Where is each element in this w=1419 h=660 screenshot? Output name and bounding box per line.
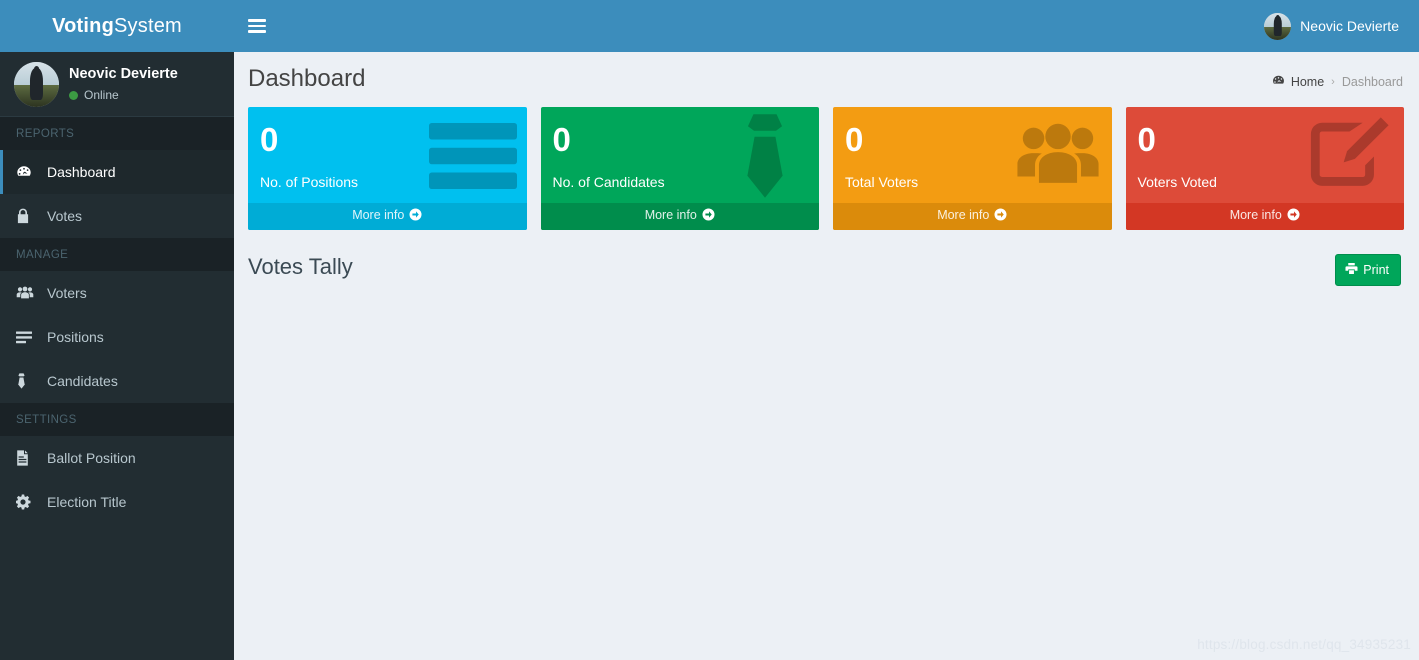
stat-box-more-info-link[interactable]: More info — [1125, 203, 1404, 230]
necktie-icon — [719, 110, 811, 202]
hamburger-icon — [248, 16, 266, 36]
stat-box-total-voters: 0 Total Voters More info — [833, 107, 1112, 230]
sidebar-section-manage: MANAGE — [0, 238, 234, 271]
sidebar-item-label: Positions — [47, 329, 104, 345]
dashboard-icon — [1272, 74, 1285, 90]
print-button[interactable]: Print — [1335, 254, 1401, 286]
printer-icon — [1345, 262, 1358, 278]
sidebar-item-votes[interactable]: Votes — [0, 194, 234, 238]
sidebar-item-label: Voters — [47, 285, 87, 301]
stat-box-candidates: 0 No. of Candidates More info — [540, 107, 819, 230]
avatar — [1264, 12, 1292, 40]
sidebar-item-label: Votes — [47, 208, 83, 224]
more-info-label: More info — [937, 208, 990, 222]
content-area: Dashboard Home › Dashboard 0 No. of Posi… — [234, 52, 1419, 660]
circle-arrow-right-icon — [1287, 208, 1300, 224]
sidebar-toggle-button[interactable] — [234, 0, 280, 52]
align-justify-icon — [16, 331, 38, 344]
file-text-icon — [16, 450, 38, 466]
sidebar-item-voters[interactable]: Voters — [0, 271, 234, 315]
topbar-user-name: Neovic Devierte — [1300, 18, 1399, 34]
stat-box-more-info-link[interactable]: More info — [833, 203, 1112, 230]
print-label: Print — [1363, 263, 1389, 277]
stat-box-more-info-link[interactable]: More info — [540, 203, 819, 230]
sidebar-item-label: Dashboard — [47, 164, 116, 180]
lock-icon — [16, 208, 38, 224]
more-info-label: More info — [1229, 208, 1282, 222]
sidebar-user-panel[interactable]: Neovic Devierte Online — [0, 52, 234, 117]
align-justify-icon — [427, 110, 519, 202]
topbar-user-menu[interactable]: Neovic Devierte — [1264, 12, 1407, 40]
breadcrumb-current: Dashboard — [1341, 75, 1403, 89]
circle-arrow-right-icon — [994, 208, 1007, 224]
gear-icon — [16, 494, 38, 510]
sidebar: Voting System Neovic Devierte Online REPO… — [0, 0, 234, 660]
page-title: Dashboard — [248, 65, 366, 92]
sidebar-item-election-title[interactable]: Election Title — [0, 480, 234, 524]
users-icon — [1012, 110, 1104, 202]
sidebar-item-dashboard[interactable]: Dashboard — [0, 150, 234, 194]
necktie-icon — [16, 373, 38, 389]
breadcrumb-separator-icon: › — [1331, 76, 1335, 88]
votes-tally-title: Votes Tally — [248, 254, 353, 279]
brand-logo[interactable]: Voting System — [0, 0, 234, 52]
breadcrumb-home-label: Home — [1290, 75, 1325, 89]
sidebar-item-candidates[interactable]: Candidates — [0, 359, 234, 403]
sidebar-user-status: Online — [69, 87, 178, 103]
sidebar-item-label: Election Title — [47, 494, 127, 510]
stat-box-row: 0 No. of Positions More info 0 No. of Ca… — [234, 99, 1419, 230]
avatar — [14, 61, 59, 107]
online-indicator-icon — [69, 90, 78, 100]
sidebar-section-settings: SETTINGS — [0, 403, 234, 436]
content-header: Dashboard Home › Dashboard — [234, 52, 1419, 99]
stat-box-more-info-link[interactable]: More info — [248, 203, 527, 230]
breadcrumb: Home › Dashboard — [1272, 74, 1403, 90]
sidebar-item-ballot-position[interactable]: Ballot Position — [0, 436, 234, 480]
sidebar-item-positions[interactable]: Positions — [0, 315, 234, 359]
circle-arrow-right-icon — [409, 208, 422, 224]
watermark-text: https://blog.csdn.net/qq_34935231 — [1197, 637, 1411, 652]
dashboard-icon — [16, 164, 38, 180]
users-icon — [16, 286, 38, 300]
sidebar-section-reports: REPORTS — [0, 117, 234, 150]
sidebar-user-name: Neovic Devierte — [69, 65, 178, 82]
brand-logo-light: System — [114, 14, 182, 37]
sidebar-item-label: Ballot Position — [47, 450, 136, 466]
stat-box-positions: 0 No. of Positions More info — [248, 107, 527, 230]
breadcrumb-home-link[interactable]: Home — [1272, 74, 1324, 90]
stat-box-voters-voted: 0 Voters Voted More info — [1125, 107, 1404, 230]
sidebar-user-status-label: Online — [84, 88, 119, 103]
more-info-label: More info — [644, 208, 697, 222]
edit-icon — [1304, 110, 1396, 202]
sidebar-item-label: Candidates — [47, 373, 118, 389]
brand-logo-bold: Voting — [52, 14, 115, 37]
more-info-label: More info — [352, 208, 405, 222]
top-navbar: Neovic Devierte — [234, 0, 1419, 52]
circle-arrow-right-icon — [702, 208, 715, 224]
votes-tally-section: Votes Tally Print — [234, 230, 1419, 286]
